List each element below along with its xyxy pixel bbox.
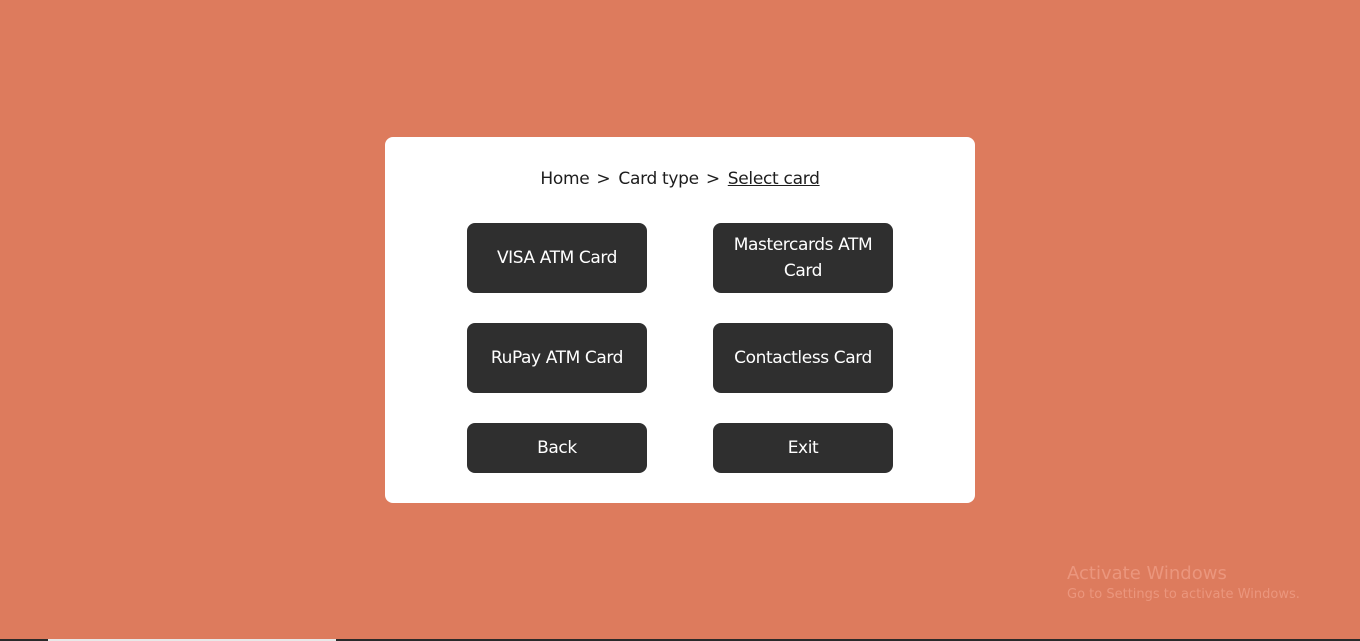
card-selection-panel: Home > Card type > Select card VISA ATM Card… — [385, 137, 975, 503]
breadcrumb-separator: > — [596, 169, 611, 189]
watermark-title: Activate Windows — [1067, 563, 1227, 584]
breadcrumb-separator: > — [705, 169, 720, 189]
rupay-atm-card-button[interactable]: RuPay ATM Card — [467, 323, 647, 393]
breadcrumb: Home > Card type > Select card — [385, 169, 975, 189]
breadcrumb-card-type[interactable]: Card type — [618, 169, 699, 189]
back-button[interactable]: Back — [467, 423, 647, 473]
page-background: Home > Card type > Select card VISA ATM Card… — [0, 0, 1360, 641]
breadcrumb-home[interactable]: Home — [540, 169, 589, 189]
mastercard-atm-card-button[interactable]: Mastercards ATM Card — [713, 223, 893, 293]
contactless-card-button[interactable]: Contactless Card — [713, 323, 893, 393]
watermark-subtitle: Go to Settings to activate Windows. — [1067, 587, 1300, 602]
activate-windows-watermark: Activate Windows Go to Settings to activ… — [1067, 563, 1300, 605]
visa-atm-card-button[interactable]: VISA ATM Card — [467, 223, 647, 293]
exit-button[interactable]: Exit — [713, 423, 893, 473]
breadcrumb-select-card[interactable]: Select card — [728, 169, 820, 189]
